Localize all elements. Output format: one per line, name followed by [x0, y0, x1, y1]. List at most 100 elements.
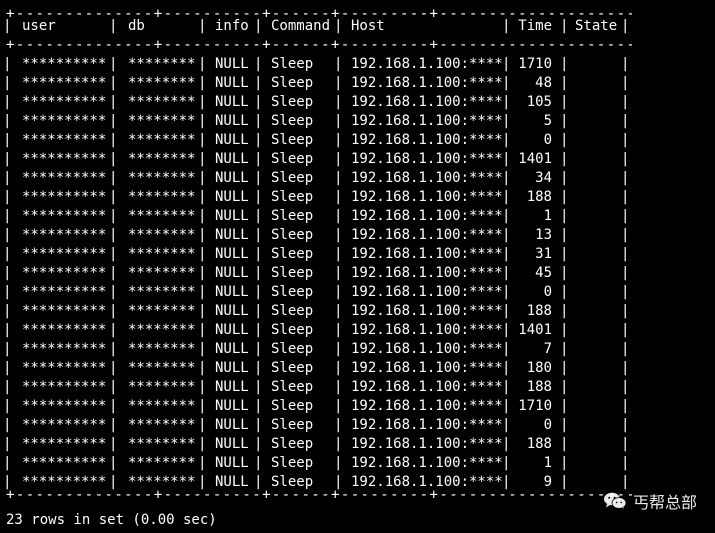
column-separator: | [3, 94, 12, 110]
column-separator: | [621, 341, 630, 357]
cell-user: ********** [22, 94, 107, 110]
column-separator: | [502, 265, 511, 281]
column-separator: | [3, 303, 12, 319]
column-separator: | [560, 75, 569, 91]
table-header-border: +--------------+----------+------+------… [6, 37, 632, 53]
cell-info: NULL [215, 132, 249, 148]
cell-time: 188 [526, 189, 552, 205]
cell-db: ******** [128, 94, 196, 110]
column-header-info: info [215, 18, 249, 34]
cell-host: 192.168.1.100:**** [351, 417, 503, 433]
cell-user: ********** [22, 113, 107, 129]
column-separator: | [334, 284, 343, 300]
column-separator: | [254, 265, 263, 281]
cell-db: ******** [128, 113, 196, 129]
column-separator: | [198, 56, 207, 72]
column-separator: | [560, 18, 569, 34]
column-separator: | [334, 322, 343, 338]
column-separator: | [3, 265, 12, 281]
table-row: | | | | | | | | ********** ******** NULL Sleep 192.1… [0, 435, 715, 454]
column-separator: | [560, 208, 569, 224]
column-separator: | [560, 417, 569, 433]
column-separator: | [621, 398, 630, 414]
cell-info: NULL [215, 113, 249, 129]
cell-db: ******** [128, 132, 196, 148]
column-separator: | [3, 208, 12, 224]
cell-user: ********** [22, 208, 107, 224]
column-separator: | [502, 151, 511, 167]
cell-host: 192.168.1.100:**** [351, 436, 503, 452]
table-row: | | | | | | | | ********** ******** NULL Sleep 192.1… [0, 454, 715, 473]
column-separator: | [198, 398, 207, 414]
column-separator: | [621, 360, 630, 376]
column-separator: | [198, 265, 207, 281]
table-row: | | | | | | | | ********** ******** NULL Sleep 192.1… [0, 283, 715, 302]
column-separator: | [334, 170, 343, 186]
cell-command: Sleep [271, 208, 314, 224]
column-separator: | [3, 18, 12, 34]
column-separator: | [3, 227, 12, 243]
column-separator: | [254, 379, 263, 395]
column-separator: | [198, 94, 207, 110]
column-separator: | [109, 227, 118, 243]
column-separator: | [254, 208, 263, 224]
column-separator: | [254, 189, 263, 205]
cell-host: 192.168.1.100:**** [351, 132, 503, 148]
column-separator: | [3, 189, 12, 205]
column-separator: | [560, 132, 569, 148]
cell-time: 188 [526, 303, 552, 319]
column-separator: | [198, 341, 207, 357]
cell-user: ********** [22, 170, 107, 186]
cell-user: ********** [22, 341, 107, 357]
column-separator: | [109, 132, 118, 148]
table-row: | | | | | | | | ********** ******** NULL Sleep 192.1… [0, 150, 715, 169]
column-separator: | [621, 303, 630, 319]
table-row: | | | | | | | | ********** ******** NULL Sleep 192.1… [0, 378, 715, 397]
cell-host: 192.168.1.100:**** [351, 284, 503, 300]
column-separator: | [3, 56, 12, 72]
cell-db: ******** [128, 303, 196, 319]
column-separator: | [334, 56, 343, 72]
column-separator: | [334, 189, 343, 205]
cell-command: Sleep [271, 246, 314, 262]
column-separator: | [560, 398, 569, 414]
column-separator: | [254, 75, 263, 91]
cell-info: NULL [215, 208, 249, 224]
cell-time: 1401 [518, 322, 552, 338]
cell-db: ******** [128, 75, 196, 91]
column-separator: | [502, 113, 511, 129]
cell-time: 105 [526, 94, 552, 110]
cell-db: ******** [128, 189, 196, 205]
cell-db: ******** [128, 227, 196, 243]
table-row: | | | | | | | | ********** ******** NULL Sleep 192.1… [0, 397, 715, 416]
table-row: | | | | | | | | ********** ******** NULL Sleep 192.1… [0, 93, 715, 112]
column-separator: | [109, 18, 118, 34]
column-separator: | [109, 341, 118, 357]
column-separator: | [502, 246, 511, 262]
column-separator: | [254, 341, 263, 357]
cell-db: ******** [128, 341, 196, 357]
column-separator: | [560, 170, 569, 186]
cell-host: 192.168.1.100:**** [351, 303, 503, 319]
table-row: | | | | | | | | ********** ******** NULL Sleep 192.1… [0, 55, 715, 74]
column-separator: | [560, 436, 569, 452]
column-separator: | [621, 227, 630, 243]
column-separator: | [560, 303, 569, 319]
column-separator: | [334, 246, 343, 262]
cell-time: 1 [543, 208, 552, 224]
column-separator: | [254, 246, 263, 262]
column-separator: | [254, 360, 263, 376]
cell-command: Sleep [271, 113, 314, 129]
column-separator: | [3, 417, 12, 433]
column-separator: | [198, 379, 207, 395]
column-separator: | [560, 379, 569, 395]
column-separator: | [560, 113, 569, 129]
terminal-window[interactable]: +--------------+----------+------+------… [0, 0, 715, 533]
column-separator: | [334, 417, 343, 433]
column-separator: | [334, 132, 343, 148]
column-separator: | [198, 75, 207, 91]
column-separator: | [502, 455, 511, 471]
cell-user: ********** [22, 75, 107, 91]
column-header-user: user [22, 18, 56, 34]
column-separator: | [502, 75, 511, 91]
